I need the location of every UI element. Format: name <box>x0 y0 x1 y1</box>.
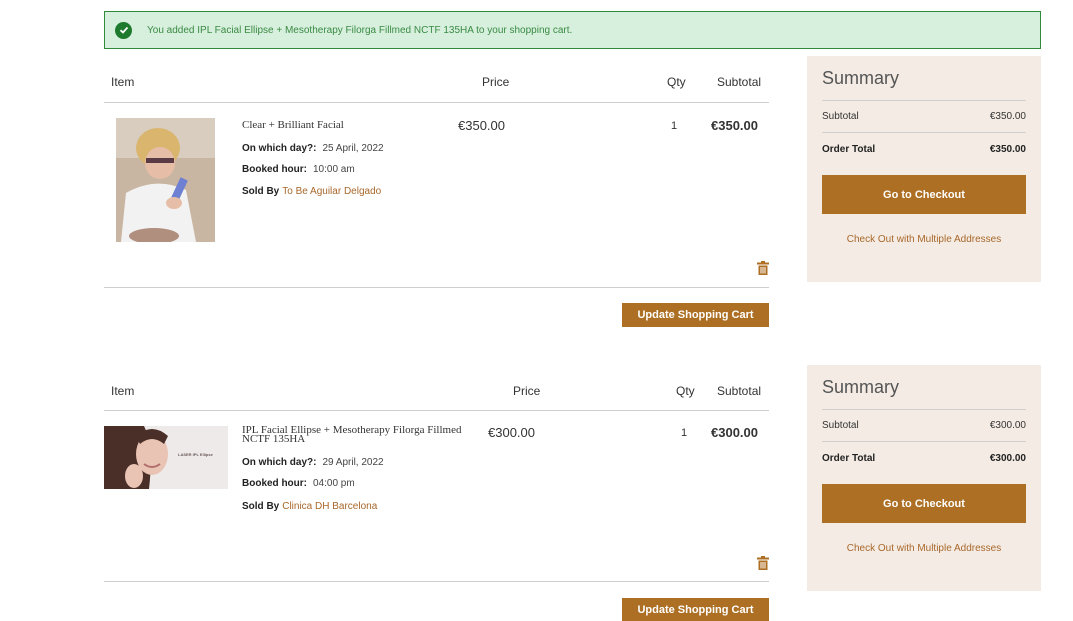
summary-title: Summary <box>822 68 1026 101</box>
item-qty[interactable]: 1 <box>671 120 677 132</box>
summary-total-value: €350.00 <box>989 143 1026 155</box>
product-image[interactable]: LASER IPL Ellipse <box>104 426 228 489</box>
item-subtotal: €300.00 <box>711 425 758 440</box>
multi-address-link[interactable]: Check Out with Multiple Addresses <box>822 543 1026 554</box>
header-price: Price <box>482 75 510 89</box>
seller-link[interactable]: Clinica DH Barcelona <box>282 501 377 512</box>
header-item: Item <box>111 384 135 398</box>
header-price: Price <box>513 384 541 398</box>
option-hour-value: 10:00 am <box>313 164 355 175</box>
option-hour-label: Booked hour: <box>242 164 307 175</box>
option-hour-label: Booked hour: <box>242 478 307 489</box>
cart-header: Item Price Qty Subtotal <box>104 365 769 411</box>
option-hour-value: 04:00 pm <box>313 478 355 489</box>
summary-total: Order Total €300.00 <box>822 442 1026 474</box>
option-day-value: 29 April, 2022 <box>322 457 384 468</box>
option-day-label: On which day?: <box>242 457 317 468</box>
option-day-label: On which day?: <box>242 143 317 154</box>
option-hour: Booked hour: 10:00 am <box>242 164 355 175</box>
header-subtotal: Subtotal <box>717 384 762 398</box>
trash-icon[interactable] <box>757 556 769 570</box>
summary-subtotal-value: €350.00 <box>989 111 1026 122</box>
trash-icon[interactable] <box>757 261 769 275</box>
option-day: On which day?: 29 April, 2022 <box>242 457 384 468</box>
summary-subtotal-label: Subtotal <box>822 420 859 431</box>
header-subtotal: Subtotal <box>717 75 762 89</box>
seller-link[interactable]: To Be Aguilar Delgado <box>282 186 381 197</box>
option-hour: Booked hour: 04:00 pm <box>242 478 355 489</box>
summary-subtotal: Subtotal €300.00 <box>822 410 1026 442</box>
update-cart-button[interactable]: Update Shopping Cart <box>622 598 769 621</box>
success-message: You added IPL Facial Ellipse + Mesothera… <box>104 11 1041 49</box>
product-name[interactable]: Clear + Brilliant Facial <box>242 120 344 131</box>
cart-header: Item Price Qty Subtotal <box>104 56 769 103</box>
checkout-button[interactable]: Go to Checkout <box>822 484 1026 523</box>
sold-by-label: Sold By <box>242 186 280 197</box>
summary-total-label: Order Total <box>822 452 876 464</box>
image-caption: LASER IPL Ellipse <box>178 452 213 457</box>
summary-total-value: €300.00 <box>989 452 1026 464</box>
cart-table-2: Item Price Qty Subtotal LASER IPL Ellips… <box>104 365 769 621</box>
cart-item-row: Clear + Brilliant Facial On which day?: 2… <box>104 103 769 288</box>
item-price: €350.00 <box>458 118 505 133</box>
sold-by-label: Sold By <box>242 501 280 512</box>
item-price: €300.00 <box>488 425 535 440</box>
option-day: On which day?: 25 April, 2022 <box>242 143 384 154</box>
header-item: Item <box>111 75 135 89</box>
header-qty: Qty <box>667 75 686 89</box>
header-qty: Qty <box>676 384 695 398</box>
success-message-text: You added IPL Facial Ellipse + Mesothera… <box>147 24 573 36</box>
cart-item-row: LASER IPL Ellipse IPL Facial Ellipse + M… <box>104 411 769 582</box>
cart-table-1: Item Price Qty Subtotal Clear + Brillian… <box>104 56 769 327</box>
option-day-value: 25 April, 2022 <box>322 143 384 154</box>
summary-subtotal: Subtotal €350.00 <box>822 101 1026 133</box>
summary-total: Order Total €350.00 <box>822 133 1026 165</box>
option-seller: Sold By Clinica DH Barcelona <box>242 501 377 512</box>
multi-address-link[interactable]: Check Out with Multiple Addresses <box>822 234 1026 245</box>
product-name[interactable]: IPL Facial Ellipse + Mesotherapy Filorga… <box>242 425 477 445</box>
item-subtotal: €350.00 <box>711 118 758 133</box>
check-circle-icon <box>115 21 132 39</box>
summary-title: Summary <box>822 377 1026 410</box>
item-qty[interactable]: 1 <box>681 427 687 439</box>
summary-panel-2: Summary Subtotal €300.00 Order Total €300.… <box>807 365 1041 591</box>
option-seller: Sold By To Be Aguilar Delgado <box>242 186 381 197</box>
summary-subtotal-label: Subtotal <box>822 111 859 122</box>
summary-panel-1: Summary Subtotal €350.00 Order Total €350.… <box>807 56 1041 282</box>
checkout-button[interactable]: Go to Checkout <box>822 175 1026 214</box>
summary-subtotal-value: €300.00 <box>989 420 1026 431</box>
product-image[interactable] <box>116 118 215 242</box>
update-cart-button[interactable]: Update Shopping Cart <box>622 303 769 327</box>
summary-total-label: Order Total <box>822 143 876 155</box>
